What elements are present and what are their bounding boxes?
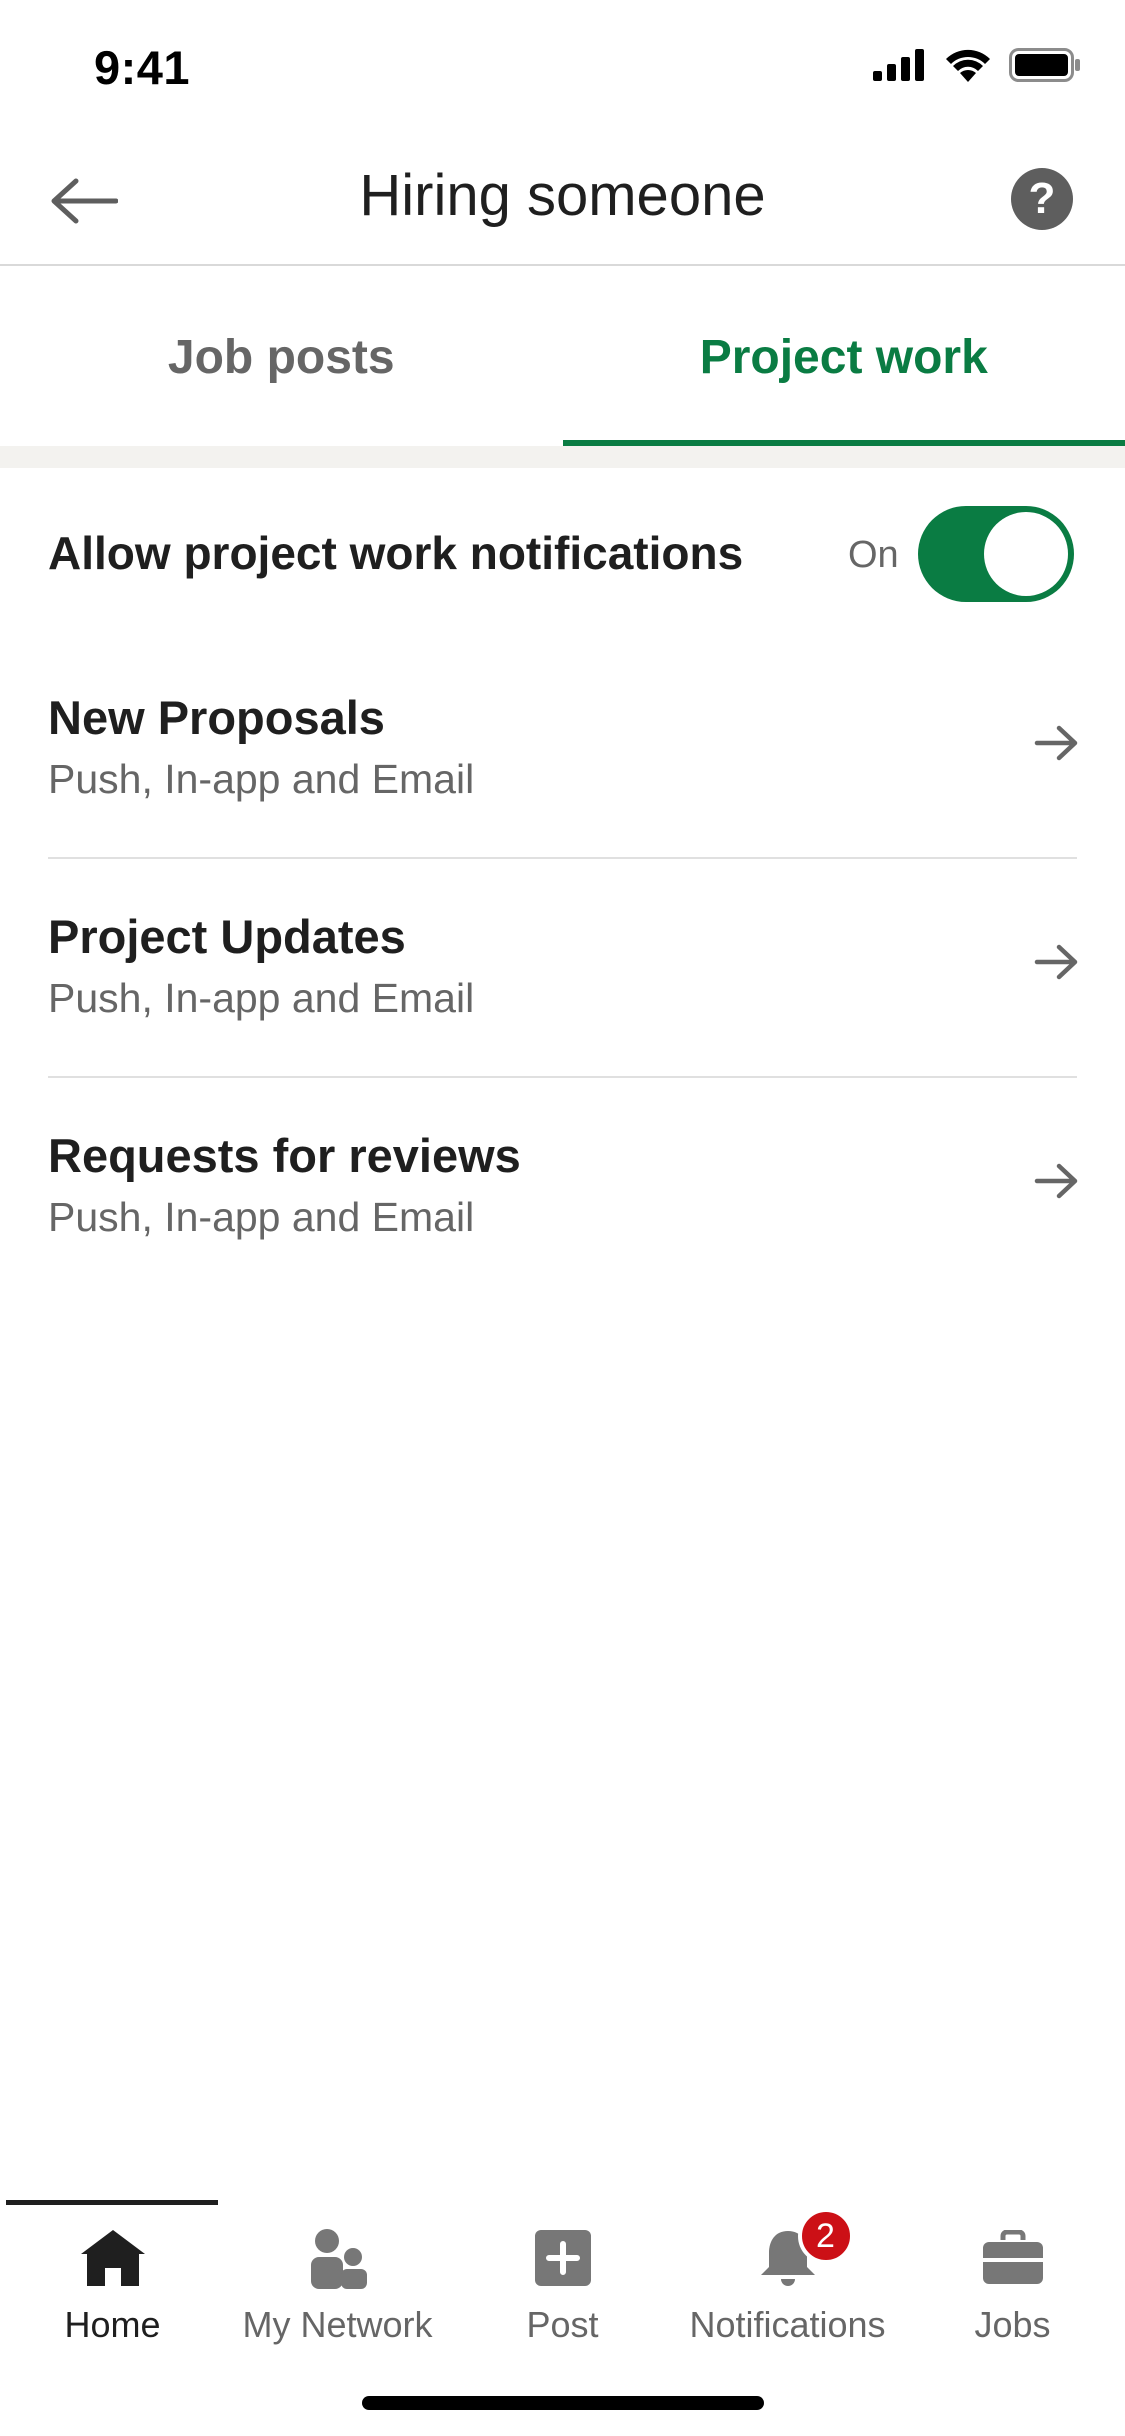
briefcase-icon bbox=[977, 2222, 1049, 2294]
toggle-state-label: On bbox=[848, 534, 899, 576]
nav-label: Post bbox=[526, 2304, 599, 2345]
nav-item-my-network[interactable]: My Network bbox=[225, 2214, 450, 2354]
status-time: 9:41 bbox=[94, 41, 191, 94]
status-bar: 9:41 bbox=[0, 0, 1125, 136]
tab-project-work[interactable]: Project work bbox=[562, 268, 1125, 446]
header: Hiring someone ? bbox=[0, 136, 1125, 266]
toggle-knob bbox=[984, 512, 1068, 596]
list-item-title: New Proposals bbox=[48, 691, 385, 744]
nav-label: Home bbox=[64, 2304, 161, 2345]
network-icon bbox=[302, 2222, 374, 2294]
nav-label: My Network bbox=[242, 2304, 433, 2345]
list-item-requests-for-reviews[interactable]: Requests for reviews Push, In-app and Em… bbox=[0, 1078, 1125, 1297]
list-item-subtitle: Push, In-app and Email bbox=[48, 1194, 475, 1240]
tab-job-posts[interactable]: Job posts bbox=[0, 268, 563, 446]
nav-item-notifications[interactable]: 2 Notifications bbox=[675, 2208, 900, 2354]
wifi-icon bbox=[946, 49, 990, 82]
arrow-right-icon bbox=[1034, 1163, 1078, 1199]
nav-label: Jobs bbox=[974, 2304, 1051, 2345]
home-indicator bbox=[362, 2396, 764, 2410]
list-item-title: Requests for reviews bbox=[48, 1129, 521, 1182]
allow-notifications-toggle[interactable] bbox=[918, 506, 1074, 602]
list-item-subtitle: Push, In-app and Email bbox=[48, 975, 475, 1021]
list-item-title: Project Updates bbox=[48, 910, 406, 963]
section-divider bbox=[0, 446, 1125, 468]
tab-bar: Job posts Project work bbox=[0, 268, 1125, 446]
allow-notifications-row: Allow project work notifications On bbox=[0, 468, 1125, 638]
nav-item-home[interactable]: Home bbox=[0, 2214, 225, 2354]
notification-count-badge: 2 bbox=[797, 2208, 854, 2264]
home-icon bbox=[77, 2222, 149, 2294]
page: 9:41 Hiring someone ? Job posts Project … bbox=[0, 0, 1125, 2436]
nav-item-post[interactable]: Post bbox=[450, 2214, 675, 2354]
battery-icon bbox=[1009, 48, 1080, 82]
bell-icon: 2 bbox=[752, 2208, 854, 2294]
status-icons bbox=[873, 48, 1081, 82]
list-item-subtitle: Push, In-app and Email bbox=[48, 756, 475, 802]
post-icon bbox=[527, 2222, 599, 2294]
cellular-signal-icon bbox=[873, 49, 924, 81]
list-item-new-proposals[interactable]: New Proposals Push, In-app and Email bbox=[0, 640, 1125, 859]
nav-active-indicator bbox=[6, 2200, 218, 2205]
allow-notifications-label: Allow project work notifications bbox=[48, 527, 744, 579]
page-title: Hiring someone bbox=[359, 163, 766, 228]
help-button[interactable]: ? bbox=[1011, 168, 1073, 230]
list-item-project-updates[interactable]: Project Updates Push, In-app and Email bbox=[0, 859, 1125, 1078]
arrow-right-icon bbox=[1034, 944, 1078, 980]
arrow-right-icon bbox=[1034, 725, 1078, 761]
nav-item-jobs[interactable]: Jobs bbox=[900, 2214, 1125, 2354]
help-icon: ? bbox=[1028, 174, 1056, 223]
nav-label: Notifications bbox=[689, 2304, 886, 2345]
notification-settings-list: New Proposals Push, In-app and Email Pro… bbox=[0, 640, 1125, 1297]
